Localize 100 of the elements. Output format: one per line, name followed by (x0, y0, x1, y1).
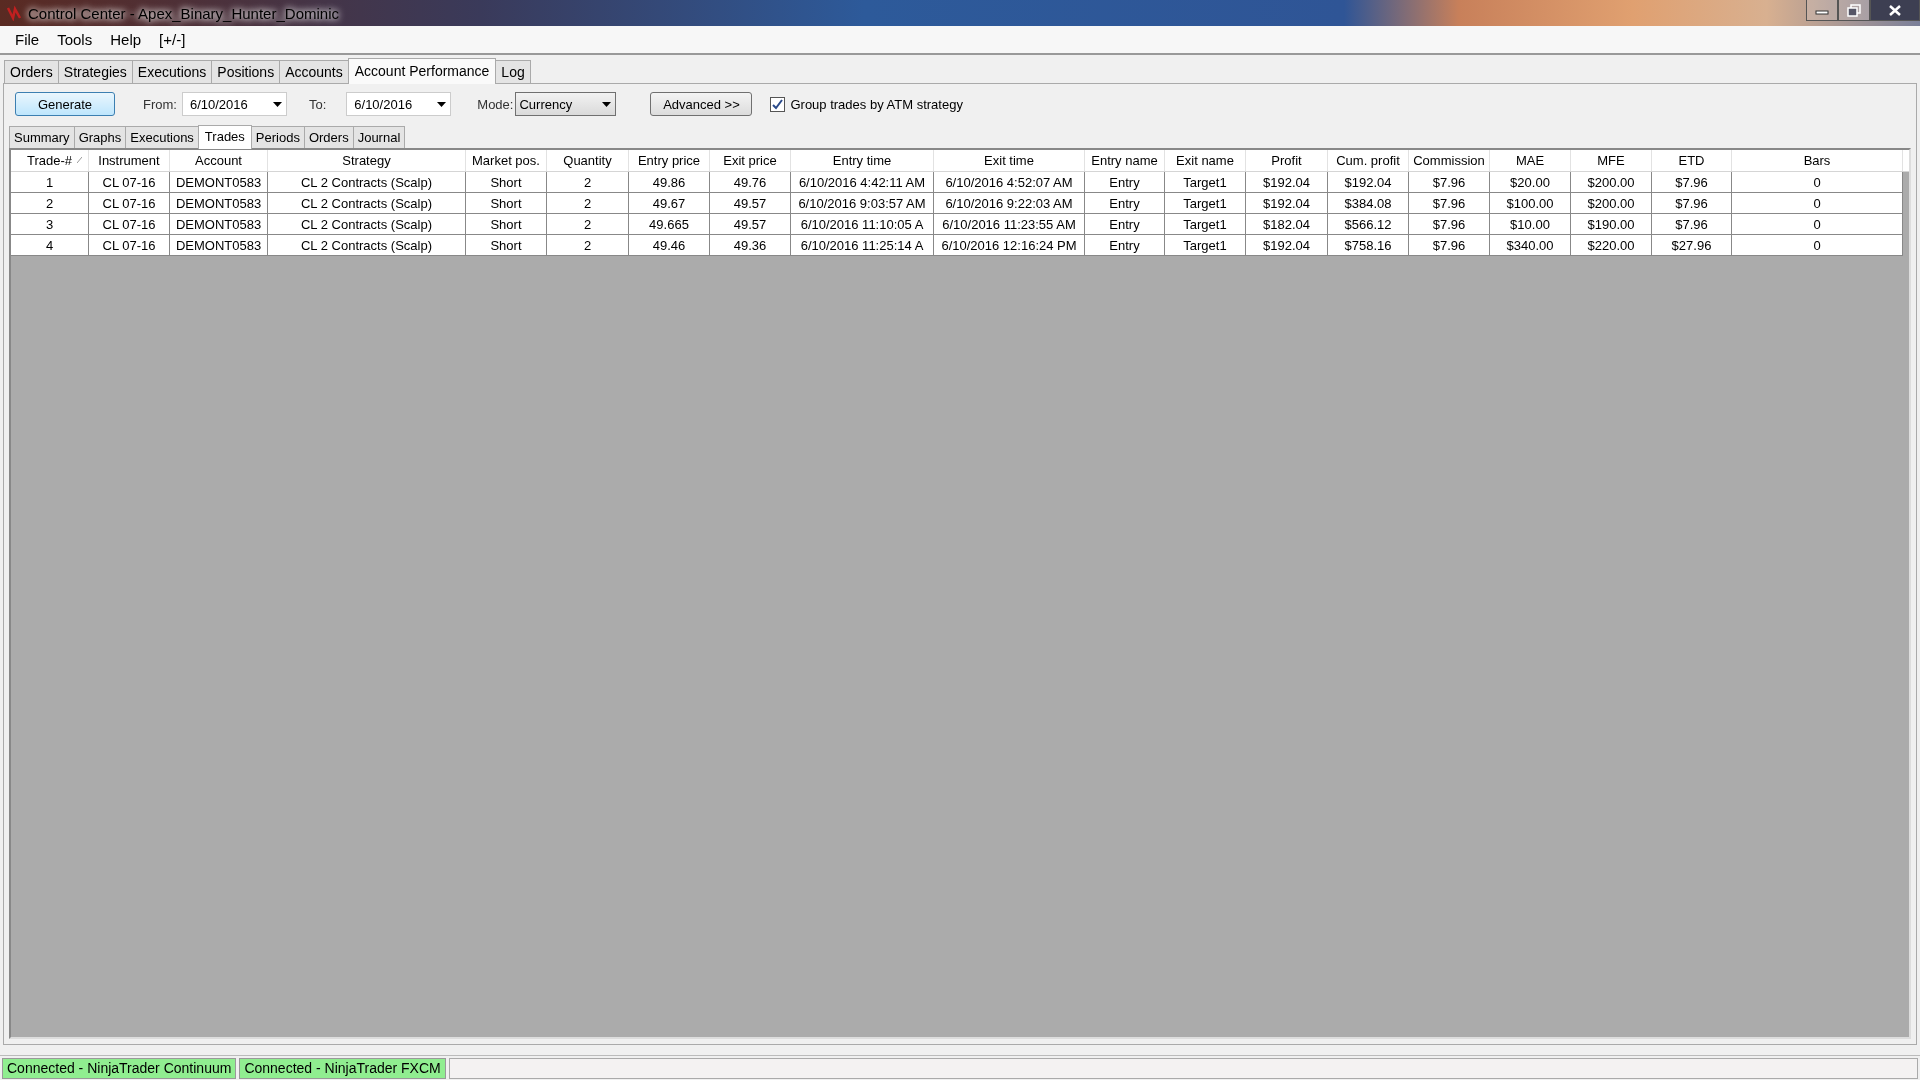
column-header[interactable]: Commission (1409, 150, 1490, 171)
column-header[interactable]: Bars (1732, 150, 1903, 171)
table-cell: CL 2 Contracts (Scalp) (268, 172, 466, 193)
tab[interactable]: Account Performance (347, 58, 497, 84)
table-cell: $20.00 (1490, 172, 1571, 193)
tab[interactable]: Positions (211, 60, 281, 83)
tab[interactable]: Periods (250, 126, 305, 148)
table-cell: 49.36 (710, 235, 791, 256)
advanced-button[interactable]: Advanced >> (650, 92, 753, 116)
connection-status: Connected - NinjaTrader Continuum (2, 1057, 237, 1079)
table-cell: DEMONT0583 (170, 172, 268, 193)
dropdown-arrow-icon (437, 101, 447, 107)
column-header[interactable]: Quantity (547, 150, 629, 171)
tab[interactable]: Strategies (57, 60, 133, 83)
table-cell: CL 07-16 (89, 193, 170, 214)
column-header[interactable]: Exit time (934, 150, 1085, 171)
column-header[interactable]: Entry name (1085, 150, 1165, 171)
table-cell: 0 (1732, 214, 1903, 235)
table-cell: Short (466, 214, 547, 235)
group-trades-checkbox[interactable] (770, 96, 786, 112)
table-cell: $192.04 (1246, 172, 1328, 193)
column-header[interactable]: Profit (1246, 150, 1328, 171)
tab[interactable]: Journal (352, 126, 406, 148)
table-cell: 6/10/2016 11:23:55 AM (934, 214, 1085, 235)
column-header[interactable]: ETD (1652, 150, 1732, 171)
table-cell: CL 07-16 (89, 172, 170, 193)
generate-button[interactable]: Generate (15, 92, 115, 116)
table-cell: 6/10/2016 9:03:57 AM (791, 193, 934, 214)
table-cell: $7.96 (1409, 235, 1490, 256)
menu-item[interactable]: File (8, 29, 47, 50)
table-cell: $566.12 (1328, 214, 1409, 235)
table-cell: 2 (547, 172, 629, 193)
table-cell: Entry (1085, 193, 1165, 214)
table-cell: 2 (11, 193, 89, 214)
table-cell: 49.57 (710, 214, 791, 235)
table-cell: $200.00 (1571, 193, 1652, 214)
table-cell: 6/10/2016 4:42:11 AM (791, 172, 934, 193)
table-cell: 6/10/2016 4:52:07 AM (934, 172, 1085, 193)
table-cell: $7.96 (1409, 172, 1490, 193)
dropdown-arrow-icon (272, 101, 282, 107)
menu-item[interactable]: [+/-] (152, 29, 193, 50)
window-title: Control Center - Apex_Binary_Hunter_Dominic (28, 4, 339, 22)
column-header[interactable]: Account (170, 150, 268, 171)
table-cell: 49.57 (710, 193, 791, 214)
column-header[interactable]: Instrument (89, 150, 170, 171)
table-cell: Short (466, 172, 547, 193)
column-header[interactable]: Cum. profit (1328, 150, 1409, 171)
tab[interactable]: Accounts (279, 60, 349, 83)
table-cell: 49.86 (629, 172, 710, 193)
from-date-field[interactable]: 6/10/2016 (181, 92, 287, 116)
menu-item[interactable]: Help (103, 29, 149, 50)
table-cell: 2 (547, 214, 629, 235)
tab[interactable]: Summary (9, 126, 75, 148)
column-header[interactable]: Exit name (1165, 150, 1246, 171)
table-cell: $7.96 (1409, 214, 1490, 235)
to-date-field[interactable]: 6/10/2016 (346, 92, 452, 116)
table-cell: 49.67 (629, 193, 710, 214)
from-label: From: (143, 96, 177, 112)
table-cell: 6/10/2016 11:25:14 A (791, 235, 934, 256)
column-header[interactable]: Entry price (629, 150, 710, 171)
minimize-button[interactable] (1806, 0, 1838, 21)
tab[interactable]: Executions (125, 126, 199, 148)
column-header[interactable]: Entry time (791, 150, 934, 171)
table-cell: $340.00 (1490, 235, 1571, 256)
table-cell: 49.46 (629, 235, 710, 256)
menu-item[interactable]: Tools (50, 29, 100, 50)
table-cell: Target1 (1165, 172, 1246, 193)
table-cell: $7.96 (1409, 193, 1490, 214)
close-button[interactable] (1870, 0, 1920, 21)
table-cell: 6/10/2016 12:16:24 PM (934, 235, 1085, 256)
tab[interactable]: Trades (197, 125, 252, 149)
restore-button[interactable] (1838, 0, 1870, 21)
column-header[interactable]: Trade-# (11, 150, 89, 171)
table-cell: 6/10/2016 9:22:03 AM (934, 193, 1085, 214)
table-cell: Entry (1085, 172, 1165, 193)
table-cell: 3 (11, 214, 89, 235)
table-cell: DEMONT0583 (170, 235, 268, 256)
tab[interactable]: Orders (303, 126, 354, 148)
table-cell: 2 (547, 193, 629, 214)
column-header[interactable]: MAE (1490, 150, 1571, 171)
tab[interactable]: Orders (4, 60, 59, 83)
table-cell: Target1 (1165, 193, 1246, 214)
dropdown-arrow-icon (602, 101, 612, 107)
table-cell: Short (466, 193, 547, 214)
column-header[interactable]: Exit price (710, 150, 791, 171)
table-cell: CL 07-16 (89, 235, 170, 256)
tab[interactable]: Log (495, 60, 531, 83)
table-cell: 6/10/2016 11:10:05 A (791, 214, 934, 235)
table-cell: 0 (1732, 193, 1903, 214)
mode-dropdown[interactable]: Currency (515, 92, 617, 116)
column-header[interactable]: Market pos. (466, 150, 547, 171)
table-cell: $182.04 (1246, 214, 1328, 235)
tab[interactable]: Graphs (73, 126, 127, 148)
column-header[interactable]: Strategy (268, 150, 466, 171)
table-cell: CL 2 Contracts (Scalp) (268, 235, 466, 256)
tab[interactable]: Executions (131, 60, 213, 83)
column-header[interactable]: MFE (1571, 150, 1652, 171)
table-cell: Entry (1085, 235, 1165, 256)
table-cell: $7.96 (1652, 214, 1732, 235)
table-cell: $190.00 (1571, 214, 1652, 235)
